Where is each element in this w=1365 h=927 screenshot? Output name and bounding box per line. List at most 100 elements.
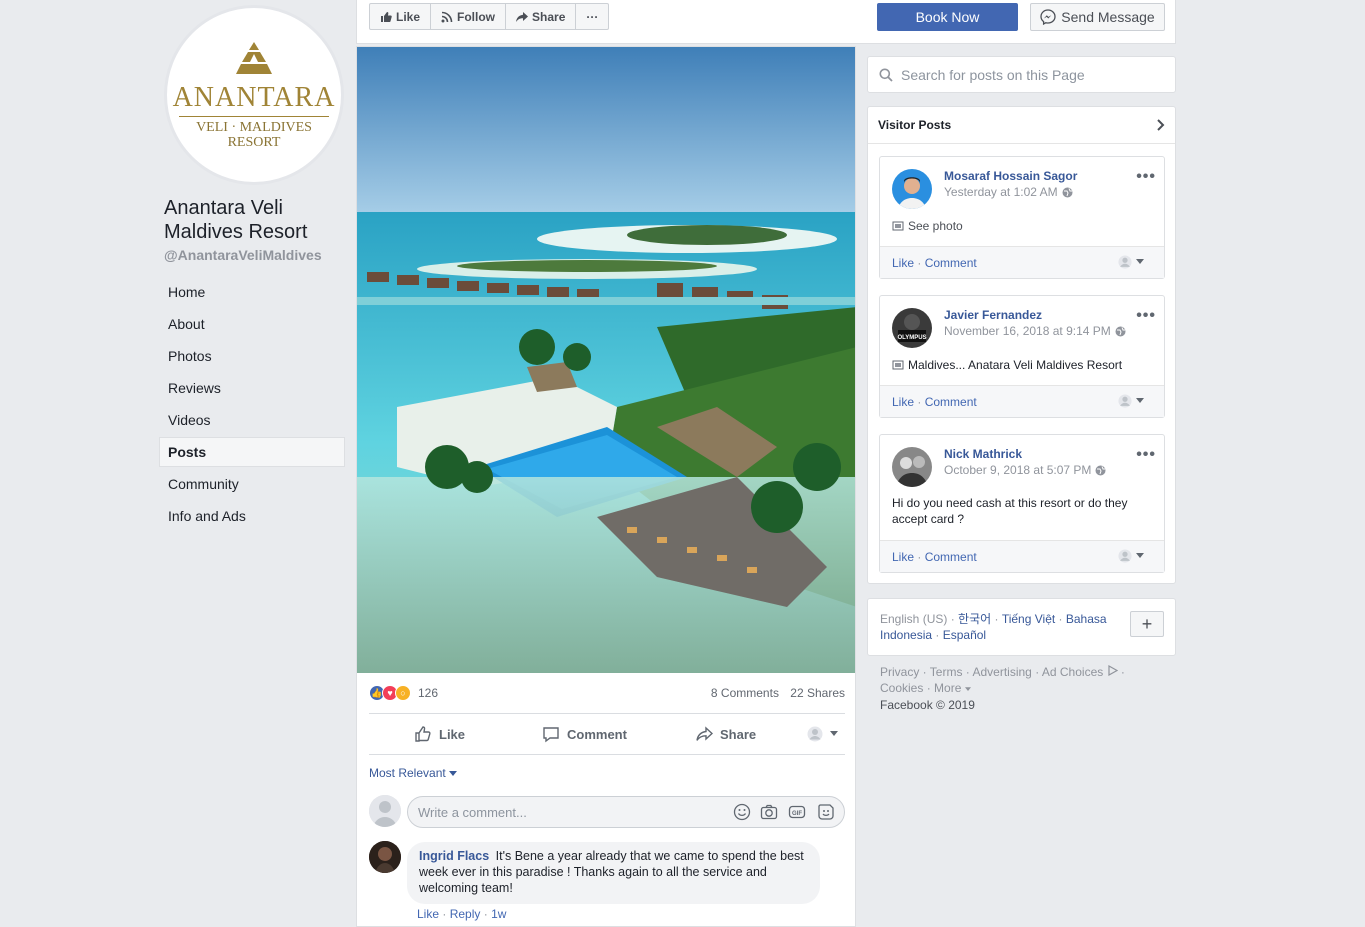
globe-icon <box>1062 187 1073 197</box>
wow-reaction-icon[interactable]: ○ <box>395 685 411 701</box>
visitor-post-actions: Like · Comment <box>880 385 1164 417</box>
visitor-post-time[interactable]: November 16, 2018 at 9:14 PM <box>944 324 1126 338</box>
comment-input[interactable] <box>407 796 845 828</box>
visitor-post-time-text: Yesterday at 1:02 AM <box>944 185 1058 199</box>
comment-author-link[interactable]: Ingrid Flacs <box>419 849 489 863</box>
more-languages-button[interactable]: + <box>1130 611 1164 637</box>
language-link-korean[interactable]: 한국어 <box>958 612 991 626</box>
post-counts: 8 Comments 22 Shares <box>703 686 845 700</box>
footer-links: Privacy · Terms · Advertising · Ad Choic… <box>880 664 1125 695</box>
search-posts-input[interactable] <box>901 65 1161 85</box>
post-as-selector[interactable] <box>1118 255 1144 269</box>
footer-link-more[interactable]: More <box>934 681 961 695</box>
comment-like-link[interactable]: Like <box>417 907 439 921</box>
globe-icon <box>1115 326 1126 336</box>
visitor-avatar[interactable]: OLYMPUS <box>892 308 932 348</box>
nav-item-posts[interactable]: Posts <box>159 437 345 467</box>
visitor-post-more-icon[interactable]: ••• <box>1136 446 1156 464</box>
visitor-post-more-icon[interactable]: ••• <box>1136 168 1156 186</box>
visitor-post-card: OLYMPUS Javier Fernandez November 16, 20… <box>879 295 1165 418</box>
share-arrow-icon <box>516 11 529 22</box>
post-as-selector[interactable] <box>807 726 838 742</box>
visitor-posts-panel: Visitor Posts Mosaraf Hossain Sagor Yest… <box>867 106 1176 584</box>
thumbs-up-icon <box>381 11 392 22</box>
comment-sort-dropdown[interactable]: Most Relevant <box>369 766 458 780</box>
svg-text:OLYMPUS: OLYMPUS <box>897 335 926 341</box>
post-comment-label: Comment <box>567 726 627 742</box>
footer-link-terms[interactable]: Terms <box>930 665 963 679</box>
visitor-post-like-link[interactable]: Like <box>892 256 914 270</box>
visitor-post-like-link[interactable]: Like <box>892 550 914 564</box>
visitor-post-comment-link[interactable]: Comment <box>925 395 977 409</box>
logo-subtitle-line2: RESORT <box>227 135 281 150</box>
visitor-avatar[interactable] <box>892 447 932 487</box>
svg-text:GIF: GIF <box>792 811 802 817</box>
post-photo[interactable] <box>357 47 855 673</box>
like-page-label: Like <box>396 9 421 24</box>
post-as-selector[interactable] <box>1118 394 1144 408</box>
post-as-selector[interactable] <box>1118 549 1144 563</box>
commenter-avatar[interactable] <box>369 841 401 873</box>
like-page-button[interactable]: Like <box>369 3 432 30</box>
comments-count-link[interactable]: 8 Comments <box>711 686 779 700</box>
nav-item-community[interactable]: Community <box>159 469 345 499</box>
photo-icon <box>892 221 904 231</box>
visitor-post-card: Mosaraf Hossain Sagor Yesterday at 1:02 … <box>879 156 1165 279</box>
thumbs-up-outline-icon <box>415 726 431 742</box>
shares-count-link[interactable]: 22 Shares <box>790 686 845 700</box>
nav-item-about[interactable]: About <box>159 309 345 339</box>
reactions-row: 👍 ♥ ○ 126 8 Comments 22 Shares <box>369 681 845 705</box>
post-comment-button[interactable]: Comment <box>542 725 627 743</box>
visitor-post-body: Maldives... Anatara Veli Maldives Resort <box>892 357 1122 373</box>
send-message-button[interactable]: Send Message <box>1030 3 1165 31</box>
page-handle[interactable]: @AnantaraVeliMaldives <box>164 247 322 263</box>
comment-reply-link[interactable]: Reply <box>450 907 481 921</box>
rss-follow-icon <box>441 11 453 22</box>
visitor-post-comment-link[interactable]: Comment <box>925 256 977 270</box>
nav-item-reviews[interactable]: Reviews <box>159 373 345 403</box>
chevron-down-icon <box>1136 398 1144 403</box>
visitor-author-link[interactable]: Nick Mathrick <box>944 447 1022 461</box>
reaction-count[interactable]: 126 <box>418 686 438 700</box>
anantara-logo-icon <box>236 42 272 74</box>
visitor-author-link[interactable]: Javier Fernandez <box>944 308 1042 322</box>
footer-link-privacy[interactable]: Privacy <box>880 665 919 679</box>
nav-item-videos[interactable]: Videos <box>159 405 345 435</box>
nav-item-info-and-ads[interactable]: Info and Ads <box>159 501 345 531</box>
send-message-label: Send Message <box>1061 9 1155 25</box>
nav-item-photos[interactable]: Photos <box>159 341 345 371</box>
sticker-icon[interactable] <box>817 803 835 821</box>
page-profile-picture[interactable]: ANANTARA VELI · MALDIVES RESORT <box>164 5 344 185</box>
visitor-post-time[interactable]: Yesterday at 1:02 AM <box>944 185 1073 199</box>
language-link-spanish[interactable]: Español <box>943 628 986 642</box>
comment-age-link[interactable]: 1w <box>491 907 506 921</box>
emoji-icon[interactable] <box>733 803 751 821</box>
visitor-post-text[interactable]: Maldives... Anatara Veli Maldives Resort <box>908 357 1122 373</box>
book-now-button[interactable]: Book Now <box>877 3 1018 31</box>
more-options-button[interactable]: ··· <box>575 3 610 30</box>
nav-item-home[interactable]: Home <box>159 277 345 307</box>
visitor-post-time-text: October 9, 2018 at 5:07 PM <box>944 463 1092 477</box>
post-like-button[interactable]: Like <box>414 725 465 743</box>
photo-icon <box>892 360 904 370</box>
commenter-photo <box>369 841 401 873</box>
visitor-avatar[interactable] <box>892 169 932 209</box>
visitor-posts-header[interactable]: Visitor Posts <box>868 107 1175 144</box>
visitor-post-more-icon[interactable]: ••• <box>1136 307 1156 325</box>
visitor-author-link[interactable]: Mosaraf Hossain Sagor <box>944 169 1077 183</box>
gif-icon[interactable]: GIF <box>788 803 806 821</box>
visitor-post-comment-link[interactable]: Comment <box>925 550 977 564</box>
share-page-button[interactable]: Share <box>505 3 577 30</box>
visitor-post-like-link[interactable]: Like <box>892 395 914 409</box>
language-link-vietnamese[interactable]: Tiếng Việt <box>1002 612 1055 626</box>
caret-down-icon <box>449 771 458 776</box>
footer-link-ad-choices[interactable]: Ad Choices <box>1042 665 1103 679</box>
see-photo-link[interactable]: See photo <box>908 218 963 234</box>
post-share-button[interactable]: Share <box>695 725 756 743</box>
page-title[interactable]: Anantara Veli Maldives Resort <box>164 196 354 244</box>
footer-link-cookies[interactable]: Cookies <box>880 681 923 695</box>
follow-page-button[interactable]: Follow <box>430 3 507 30</box>
camera-icon[interactable] <box>760 803 778 821</box>
visitor-post-time[interactable]: October 9, 2018 at 5:07 PM <box>944 463 1106 477</box>
footer-link-advertising[interactable]: Advertising <box>972 665 1031 679</box>
